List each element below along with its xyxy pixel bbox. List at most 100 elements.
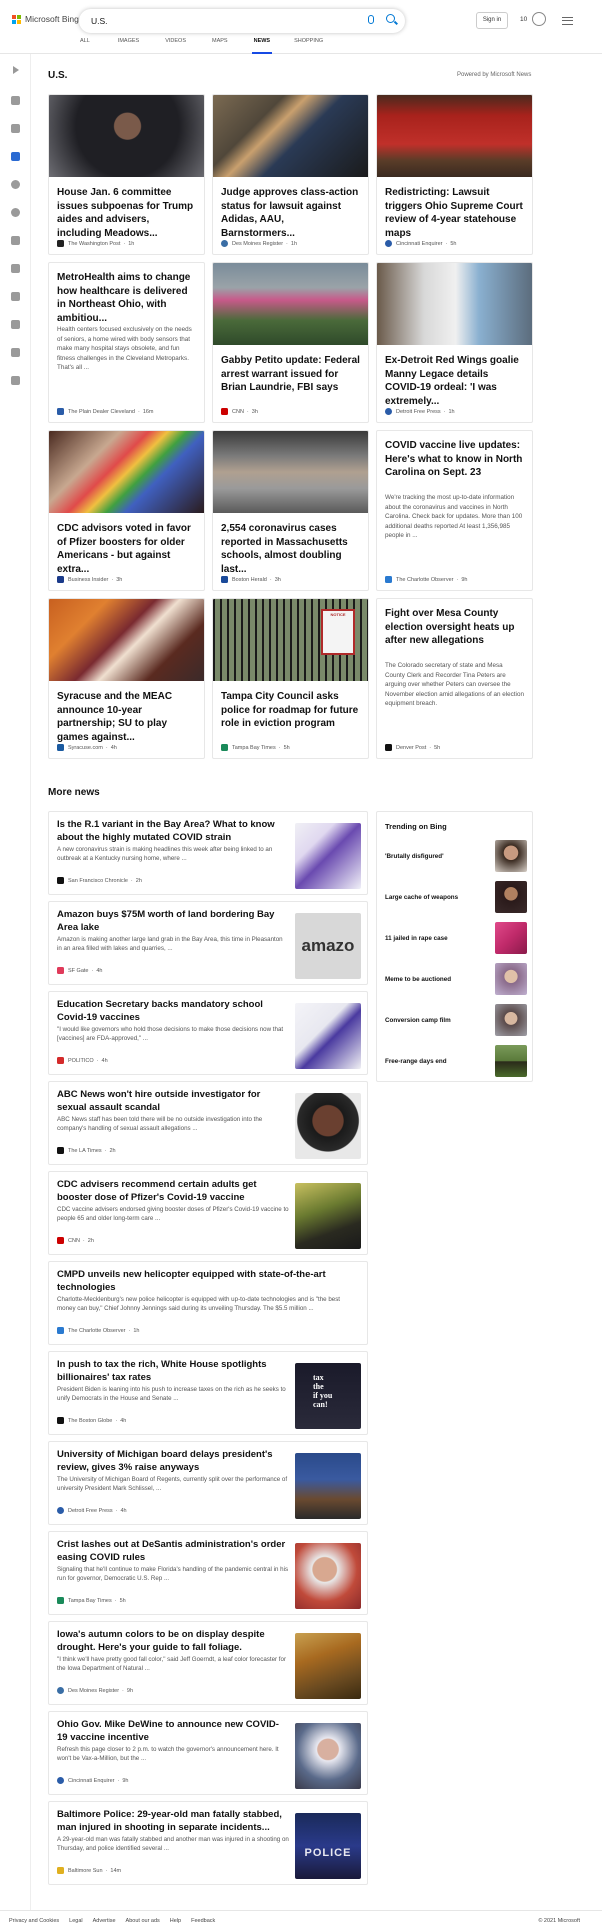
trending-label[interactable]: 11 jailed in rape case	[385, 935, 448, 942]
science-icon[interactable]	[11, 264, 20, 273]
trending-label[interactable]: Meme to be auctioned	[385, 976, 451, 983]
news-card[interactable]: NOTICE Tampa City Council asks police fo…	[212, 598, 369, 759]
item-source[interactable]: Detroit Free Press · 4h	[57, 1507, 127, 1514]
item-title[interactable]: ABC News won't hire outside investigator…	[57, 1089, 289, 1114]
card-title[interactable]: Syracuse and the MEAC announce 10-year p…	[57, 690, 196, 744]
footer-link-about-ads[interactable]: About our ads	[126, 1918, 160, 1924]
expand-icon[interactable]	[13, 66, 19, 74]
more-news-item[interactable]: Education Secretary backs mandatory scho…	[48, 991, 368, 1075]
card-title[interactable]: CDC advisors voted in favor of Pfizer bo…	[57, 522, 196, 576]
rewards-medal-icon[interactable]	[532, 12, 546, 26]
trending-item[interactable]: 'Brutally disfigured'	[385, 840, 527, 872]
card-title[interactable]: Redistricting: Lawsuit triggers Ohio Sup…	[385, 186, 524, 240]
item-title[interactable]: CMPD unveils new helicopter equipped wit…	[57, 1269, 357, 1294]
trending-item[interactable]: Large cache of weapons	[385, 881, 527, 913]
card-source[interactable]: Des Moines Register · 1h	[221, 240, 297, 247]
card-title[interactable]: MetroHealth aims to change how healthcar…	[57, 271, 196, 325]
card-source[interactable]: Business Insider · 3h	[57, 576, 122, 583]
tab-shopping[interactable]: SHOPPING	[294, 38, 323, 54]
more-news-item[interactable]: ABC News won't hire outside investigator…	[48, 1081, 368, 1165]
footer-link-privacy[interactable]: Privacy and Cookies	[9, 1918, 59, 1924]
item-source[interactable]: SF Gate · 4h	[57, 967, 102, 974]
search-input[interactable]: U.S.	[91, 16, 108, 26]
trending-item[interactable]: 11 jailed in rape case	[385, 922, 527, 954]
news-card[interactable]: Gabby Petito update: Federal arrest warr…	[212, 262, 369, 423]
card-source[interactable]: The Charlotte Observer · 9h	[385, 576, 467, 583]
item-source[interactable]: Cincinnati Enquirer · 9h	[57, 1777, 128, 1784]
item-source[interactable]: POLITICO · 4h	[57, 1057, 108, 1064]
card-source[interactable]: Syracuse.com · 4h	[57, 744, 117, 751]
card-source[interactable]: Tampa Bay Times · 5h	[221, 744, 290, 751]
news-card[interactable]: House Jan. 6 committee issues subpoenas …	[48, 94, 205, 255]
card-source[interactable]: CNN · 3h	[221, 408, 258, 415]
trending-label[interactable]: Conversion camp film	[385, 1017, 451, 1024]
trending-item[interactable]: Free-range days end	[385, 1045, 527, 1077]
card-source[interactable]: Boston Herald · 3h	[221, 576, 281, 583]
more-news-item[interactable]: CDC advisers recommend certain adults ge…	[48, 1171, 368, 1255]
news-card[interactable]: MetroHealth aims to change how healthcar…	[48, 262, 205, 423]
sign-in-button[interactable]: Sign in	[476, 12, 508, 29]
card-source[interactable]: The Washington Post · 1h	[57, 240, 134, 247]
footer-link-legal[interactable]: Legal	[69, 1918, 82, 1924]
news-card[interactable]: Fight over Mesa County election oversigh…	[376, 598, 533, 759]
entertainment-icon[interactable]	[11, 320, 20, 329]
footer-link-feedback[interactable]: Feedback	[191, 1918, 215, 1924]
item-title[interactable]: CDC advisers recommend certain adults ge…	[57, 1179, 289, 1204]
card-title[interactable]: COVID vaccine live updates: Here's what …	[385, 439, 524, 480]
search-box[interactable]: U.S.	[79, 9, 405, 33]
trending-label[interactable]: Large cache of weapons	[385, 894, 458, 901]
item-source[interactable]: The LA Times · 2h	[57, 1147, 116, 1154]
trending-item[interactable]: Conversion camp film	[385, 1004, 527, 1036]
microphone-icon[interactable]	[368, 15, 374, 24]
card-title[interactable]: Gabby Petito update: Federal arrest warr…	[221, 354, 360, 395]
card-source[interactable]: Cincinnati Enquirer · 5h	[385, 240, 456, 247]
news-card[interactable]: COVID vaccine live updates: Here's what …	[376, 430, 533, 591]
tab-maps[interactable]: MAPS	[212, 38, 228, 54]
more-news-item[interactable]: CMPD unveils new helicopter equipped wit…	[48, 1261, 368, 1345]
item-source[interactable]: The Boston Globe · 4h	[57, 1417, 126, 1424]
item-title[interactable]: University of Michigan board delays pres…	[57, 1449, 289, 1474]
item-source[interactable]: San Francisco Chronicle · 2h	[57, 877, 142, 884]
card-title[interactable]: Judge approves class-action status for l…	[221, 186, 360, 240]
item-title[interactable]: Amazon buys $75M worth of land bordering…	[57, 909, 289, 934]
tab-images[interactable]: IMAGES	[118, 38, 139, 54]
news-card[interactable]: 2,554 coronavirus cases reported in Mass…	[212, 430, 369, 591]
card-title[interactable]: Tampa City Council asks police for roadm…	[221, 690, 360, 731]
news-card[interactable]: Judge approves class-action status for l…	[212, 94, 369, 255]
more-news-item[interactable]: Baltimore Police: 29-year-old man fatall…	[48, 1801, 368, 1885]
tab-videos[interactable]: VIDEOS	[165, 38, 186, 54]
card-title[interactable]: 2,554 coronavirus cases reported in Mass…	[221, 522, 360, 576]
tech-icon[interactable]	[11, 376, 20, 385]
home-icon[interactable]	[11, 96, 20, 105]
trending-item[interactable]: Meme to be auctioned	[385, 963, 527, 995]
globe-icon[interactable]	[11, 208, 20, 217]
money-icon[interactable]	[11, 236, 20, 245]
item-title[interactable]: Education Secretary backs mandatory scho…	[57, 999, 289, 1024]
sports-icon[interactable]	[11, 292, 20, 301]
item-title[interactable]: Iowa's autumn colors to be on display de…	[57, 1629, 289, 1654]
card-title[interactable]: Fight over Mesa County election oversigh…	[385, 607, 524, 648]
trending-label[interactable]: 'Brutally disfigured'	[385, 853, 444, 860]
more-news-item[interactable]: Is the R.1 variant in the Bay Area? What…	[48, 811, 368, 895]
footer-link-advertise[interactable]: Advertise	[93, 1918, 116, 1924]
card-title[interactable]: House Jan. 6 committee issues subpoenas …	[57, 186, 196, 240]
more-news-item[interactable]: Crist lashes out at DeSantis administrat…	[48, 1531, 368, 1615]
trending-icon[interactable]	[11, 124, 20, 133]
search-icon[interactable]	[386, 14, 395, 23]
item-title[interactable]: In push to tax the rich, White House spo…	[57, 1359, 289, 1384]
item-source[interactable]: Baltimore Sun · 14m	[57, 1867, 121, 1874]
tab-all[interactable]: ALL	[80, 38, 90, 54]
rewards-count[interactable]: 10	[520, 16, 527, 23]
tab-news[interactable]: NEWS	[251, 38, 272, 54]
card-source[interactable]: Denver Post · 5h	[385, 744, 440, 751]
more-news-item[interactable]: Ohio Gov. Mike DeWine to announce new CO…	[48, 1711, 368, 1795]
item-source[interactable]: Tampa Bay Times · 5h	[57, 1597, 126, 1604]
item-title[interactable]: Is the R.1 variant in the Bay Area? What…	[57, 819, 289, 844]
politics-icon[interactable]	[11, 348, 20, 357]
more-news-item[interactable]: In push to tax the rich, White House spo…	[48, 1351, 368, 1435]
card-source[interactable]: The Plain Dealer Cleveland · 16m	[57, 408, 154, 415]
menu-icon[interactable]	[562, 17, 573, 25]
news-card[interactable]: Redistricting: Lawsuit triggers Ohio Sup…	[376, 94, 533, 255]
footer-link-help[interactable]: Help	[170, 1918, 181, 1924]
item-source[interactable]: Des Moines Register · 9h	[57, 1687, 133, 1694]
